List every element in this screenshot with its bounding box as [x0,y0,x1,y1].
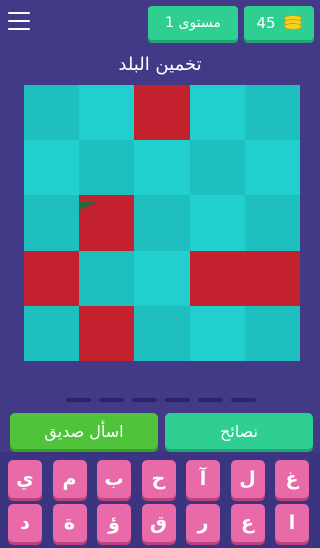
answer-slot [66,398,91,402]
letter-key[interactable]: د [8,504,42,542]
board-tile[interactable] [134,85,190,141]
answer-slot [198,398,223,402]
board-tile[interactable] [79,305,135,361]
answer-slot [231,398,256,402]
ask-friend-label: اسأل صديق [44,421,124,441]
board-tile[interactable] [244,195,300,251]
board-tile[interactable] [189,85,245,141]
letter-key[interactable]: ع [230,504,265,542]
answer-slot [132,398,157,402]
board-tile[interactable] [24,195,80,251]
flag-fragment [79,202,98,211]
board-tile[interactable] [79,250,135,306]
board-tile[interactable] [244,250,300,306]
letter-key[interactable]: غ [275,460,309,498]
letter-key[interactable]: ب [97,460,131,498]
board-tile[interactable] [24,85,80,141]
answer-slot [99,398,124,402]
board-tile[interactable] [24,305,80,361]
hamburger-menu-icon[interactable] [8,12,30,30]
letter-key[interactable]: ة [52,504,87,542]
letter-key[interactable]: آ [186,460,220,498]
board-tile[interactable] [134,250,190,306]
letter-key[interactable]: م [52,460,87,498]
board-tile[interactable] [79,85,135,141]
letter-key[interactable]: ر [186,504,220,542]
page-title: تخمين البلد [118,54,202,75]
letter-key[interactable]: ق [141,504,176,542]
coins-badge[interactable]: 45 [244,6,314,40]
letter-key[interactable]: ؤ [97,504,131,542]
letter-keyboard: غلآحبمي اعرقؤةد [0,452,320,548]
board-tile[interactable] [79,140,135,196]
board-tile[interactable] [244,85,300,141]
board-tile[interactable] [244,305,300,361]
board-tile[interactable] [189,195,245,251]
board-tile[interactable] [134,305,190,361]
answer-slot [165,398,190,402]
top-bar: مستوى 1 45 [0,0,320,46]
board-tile[interactable] [189,305,245,361]
level-badge: مستوى 1 [148,6,238,40]
coins-count: 45 [256,14,276,32]
board-tile[interactable] [244,140,300,196]
coin-stack-icon [283,15,302,31]
letter-key[interactable]: ل [230,460,265,498]
ask-friend-button[interactable]: اسأل صديق [10,413,158,449]
board-tile[interactable] [189,140,245,196]
board-tile[interactable] [189,250,245,306]
letter-key[interactable]: ي [8,460,42,498]
level-label: مستوى 1 [165,15,221,31]
puzzle-board [24,85,300,361]
tips-button[interactable]: نصائح [165,413,313,449]
board-tile[interactable] [79,195,135,251]
letter-key[interactable]: ا [275,504,309,542]
board-tile[interactable] [134,195,190,251]
answer-slots [66,398,256,404]
letter-key[interactable]: ح [141,460,176,498]
board-tile[interactable] [24,250,80,306]
board-tile[interactable] [24,140,80,196]
tips-label: نصائح [220,421,258,441]
board-tile[interactable] [134,140,190,196]
